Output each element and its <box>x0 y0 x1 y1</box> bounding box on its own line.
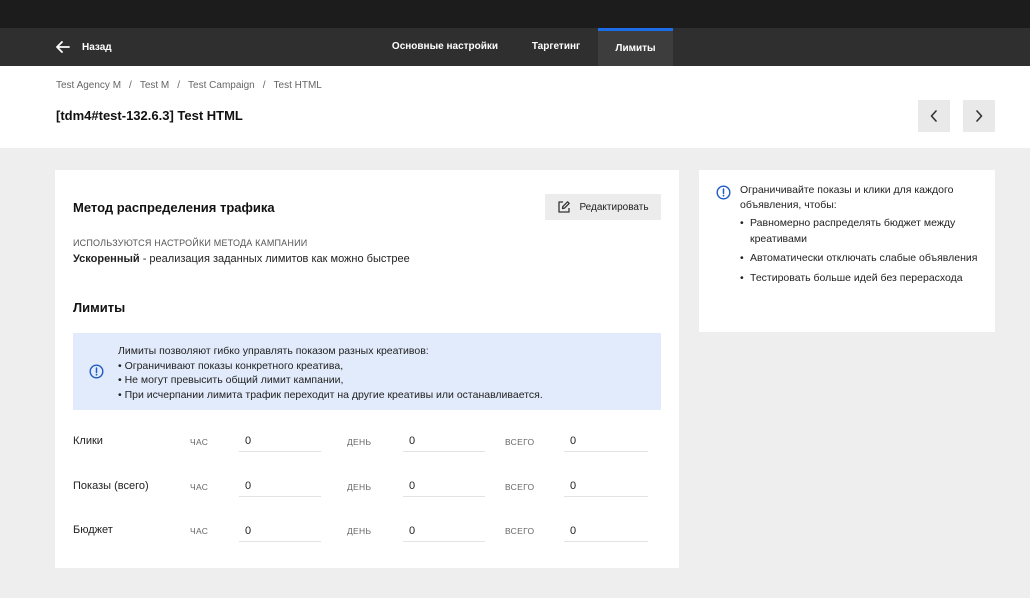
breadcrumb-item[interactable]: Test HTML <box>274 80 322 91</box>
tab-targeting[interactable]: Таргетинг <box>518 28 594 66</box>
row-label-budget: Бюджет <box>73 524 113 536</box>
method-text: - реализация заданных лимитов как можно … <box>139 253 410 265</box>
unit-total: ВСЕГО <box>505 482 535 492</box>
row-label-impressions: Показы (всего) <box>73 480 149 492</box>
edit-label: Редактировать <box>579 201 649 213</box>
breadcrumb-item[interactable]: Test M <box>140 80 169 91</box>
chevron-left-icon <box>930 110 937 122</box>
side-info-list: Равномерно распределять бюджет между кре… <box>740 216 980 290</box>
unit-hour: ЧАС <box>190 437 209 447</box>
side-info-item: Равномерно распределять бюджет между кре… <box>740 216 980 247</box>
clicks-day-input[interactable]: 0 <box>403 430 485 452</box>
side-info-item: Автоматически отключать слабые объявлени… <box>740 251 980 267</box>
budget-day-input[interactable]: 0 <box>403 520 485 542</box>
chevron-right-icon <box>976 110 983 122</box>
unit-total: ВСЕГО <box>505 526 535 536</box>
unit-hour: ЧАС <box>190 482 209 492</box>
unit-total: ВСЕГО <box>505 437 535 447</box>
breadcrumb: Test Agency M / Test M / Test Campaign /… <box>56 80 322 91</box>
prev-button[interactable] <box>918 100 950 132</box>
info-line: • Ограничивают показы конкретного креати… <box>118 359 344 372</box>
back-button[interactable]: Назад <box>56 28 112 66</box>
side-info-item: Тестировать больше идей без перерасхода <box>740 271 980 287</box>
row-label-clicks: Клики <box>73 435 103 447</box>
info-line: • Не могут превысить общий лимит кампани… <box>118 374 344 386</box>
top-bar <box>0 0 1030 28</box>
limits-info-box: Лимиты позволяют гибко управлять показом… <box>73 333 661 410</box>
breadcrumb-item[interactable]: Test Agency M <box>56 80 121 91</box>
method-description: Ускоренный - реализация заданных лимитов… <box>73 253 410 265</box>
impressions-day-input[interactable]: 0 <box>403 475 485 497</box>
impressions-total-input[interactable]: 0 <box>564 475 648 497</box>
tab-limits[interactable]: Лимиты <box>598 28 673 66</box>
method-caption: ИСПОЛЬЗУЮТСЯ НАСТРОЙКИ МЕТОДА КАМПАНИИ <box>73 238 308 248</box>
page-title: [tdm4#test-132.6.3] Test HTML <box>56 108 243 123</box>
next-button[interactable] <box>963 100 995 132</box>
limits-info-text: Лимиты позволяют гибко управлять показом… <box>118 344 543 402</box>
arrow-left-icon <box>56 41 70 53</box>
budget-total-input[interactable]: 0 <box>564 520 648 542</box>
info-circle-icon <box>89 364 104 379</box>
unit-day: ДЕНЬ <box>347 437 372 447</box>
edit-button[interactable]: Редактировать <box>545 194 661 220</box>
limits-title: Лимиты <box>73 300 126 315</box>
info-circle-icon <box>716 185 731 200</box>
side-info-panel: Ограничивайте показы и клики для каждого… <box>699 170 995 332</box>
clicks-hour-input[interactable]: 0 <box>239 430 321 452</box>
unit-day: ДЕНЬ <box>347 482 372 492</box>
breadcrumb-item[interactable]: Test Campaign <box>188 80 255 91</box>
clicks-total-input[interactable]: 0 <box>564 430 648 452</box>
unit-hour: ЧАС <box>190 526 209 536</box>
page-header: Test Agency M / Test M / Test Campaign /… <box>0 66 1030 148</box>
limits-card: Метод распределения трафика Редактироват… <box>55 170 679 568</box>
side-info-lead: Ограничивайте показы и клики для каждого… <box>740 184 954 211</box>
edit-pencil-icon <box>558 201 571 213</box>
nav-bar: Назад Основные настройки Таргетинг Лимит… <box>0 28 1030 66</box>
unit-day: ДЕНЬ <box>347 526 372 536</box>
back-label: Назад <box>82 41 112 53</box>
tab-main-settings[interactable]: Основные настройки <box>382 28 508 66</box>
budget-hour-input[interactable]: 0 <box>239 520 321 542</box>
info-line: Лимиты позволяют гибко управлять показом… <box>118 345 429 357</box>
info-line: • При исчерпании лимита трафик переходит… <box>118 388 543 401</box>
method-name: Ускоренный <box>73 253 140 265</box>
impressions-hour-input[interactable]: 0 <box>239 475 321 497</box>
traffic-method-title: Метод распределения трафика <box>73 200 275 215</box>
